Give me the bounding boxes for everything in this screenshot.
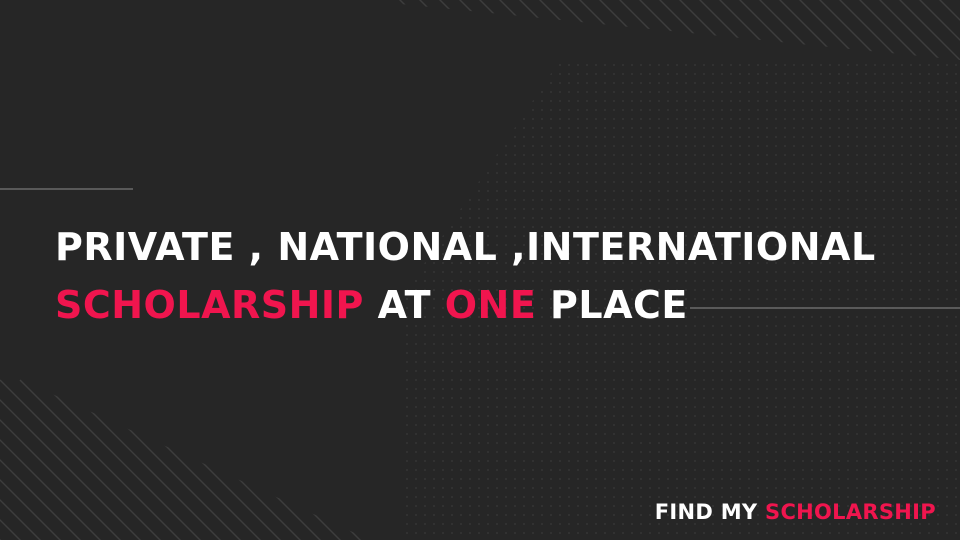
hatch-lines-bottom-left	[0, 379, 370, 540]
headline-at: AT	[363, 283, 445, 327]
brand-part-scholarship: SCHOLARSHIP	[765, 500, 936, 524]
headline: PRIVATE , NATIONAL ,INTERNATIONAL SCHOLA…	[55, 218, 876, 334]
headline-place: PLACE	[536, 283, 688, 327]
headline-line-1: PRIVATE , NATIONAL ,INTERNATIONAL	[55, 225, 876, 269]
headline-scholarship: SCHOLARSHIP	[55, 283, 364, 327]
brand-part-find-my: FIND MY	[654, 500, 766, 524]
brand-logo-text: FIND MY SCHOLARSHIP	[655, 500, 936, 524]
title-slide: PRIVATE , NATIONAL ,INTERNATIONAL SCHOLA…	[0, 0, 960, 540]
headline-line-2: SCHOLARSHIP AT ONE PLACE	[55, 276, 876, 334]
headline-one: ONE	[444, 283, 537, 327]
